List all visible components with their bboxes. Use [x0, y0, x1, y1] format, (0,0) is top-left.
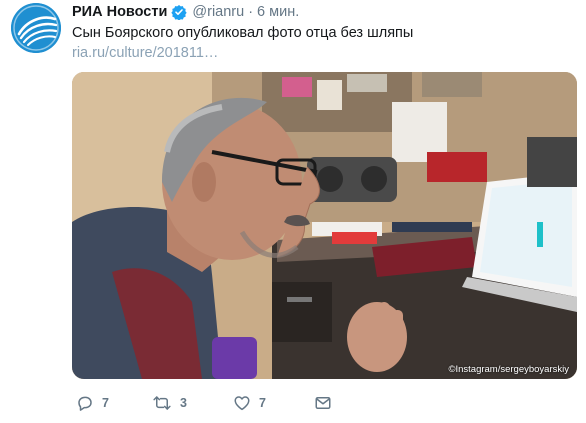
like-count: 7: [259, 396, 266, 410]
tweet-header: РИА Новости @rianru · 6 мин.: [72, 3, 299, 21]
photo-credit: ©Instagram/sergeyboyarskiy: [448, 364, 569, 375]
author-handle[interactable]: @rianru: [192, 4, 244, 20]
tweet-photo[interactable]: ©Instagram/sergeyboyarskiy: [72, 72, 577, 379]
header-separator: ·: [248, 4, 254, 20]
heart-icon: [233, 394, 251, 412]
photo-illustration: [72, 72, 577, 379]
retweet-button[interactable]: 3: [152, 394, 187, 412]
like-button[interactable]: 7: [233, 394, 266, 412]
retweet-icon: [152, 394, 172, 412]
tweet-link[interactable]: ria.ru/culture/201811…: [72, 43, 218, 63]
ria-logo-icon[interactable]: [11, 3, 61, 53]
retweet-count: 3: [180, 396, 187, 410]
tweet-timestamp[interactable]: 6 мин.: [257, 4, 299, 20]
envelope-icon: [314, 394, 332, 412]
tweet-text: Сын Боярского опубликовал фото отца без …: [72, 25, 414, 41]
verified-badge-icon: [171, 4, 188, 21]
reply-icon: [76, 394, 94, 412]
tweet[interactable]: РИА Новости @rianru · 6 мин. Сын Боярско…: [0, 0, 586, 423]
reply-count: 7: [102, 396, 109, 410]
author-name[interactable]: РИА Новости: [72, 4, 167, 20]
reply-button[interactable]: 7: [76, 394, 109, 412]
direct-message-button[interactable]: [314, 394, 332, 412]
